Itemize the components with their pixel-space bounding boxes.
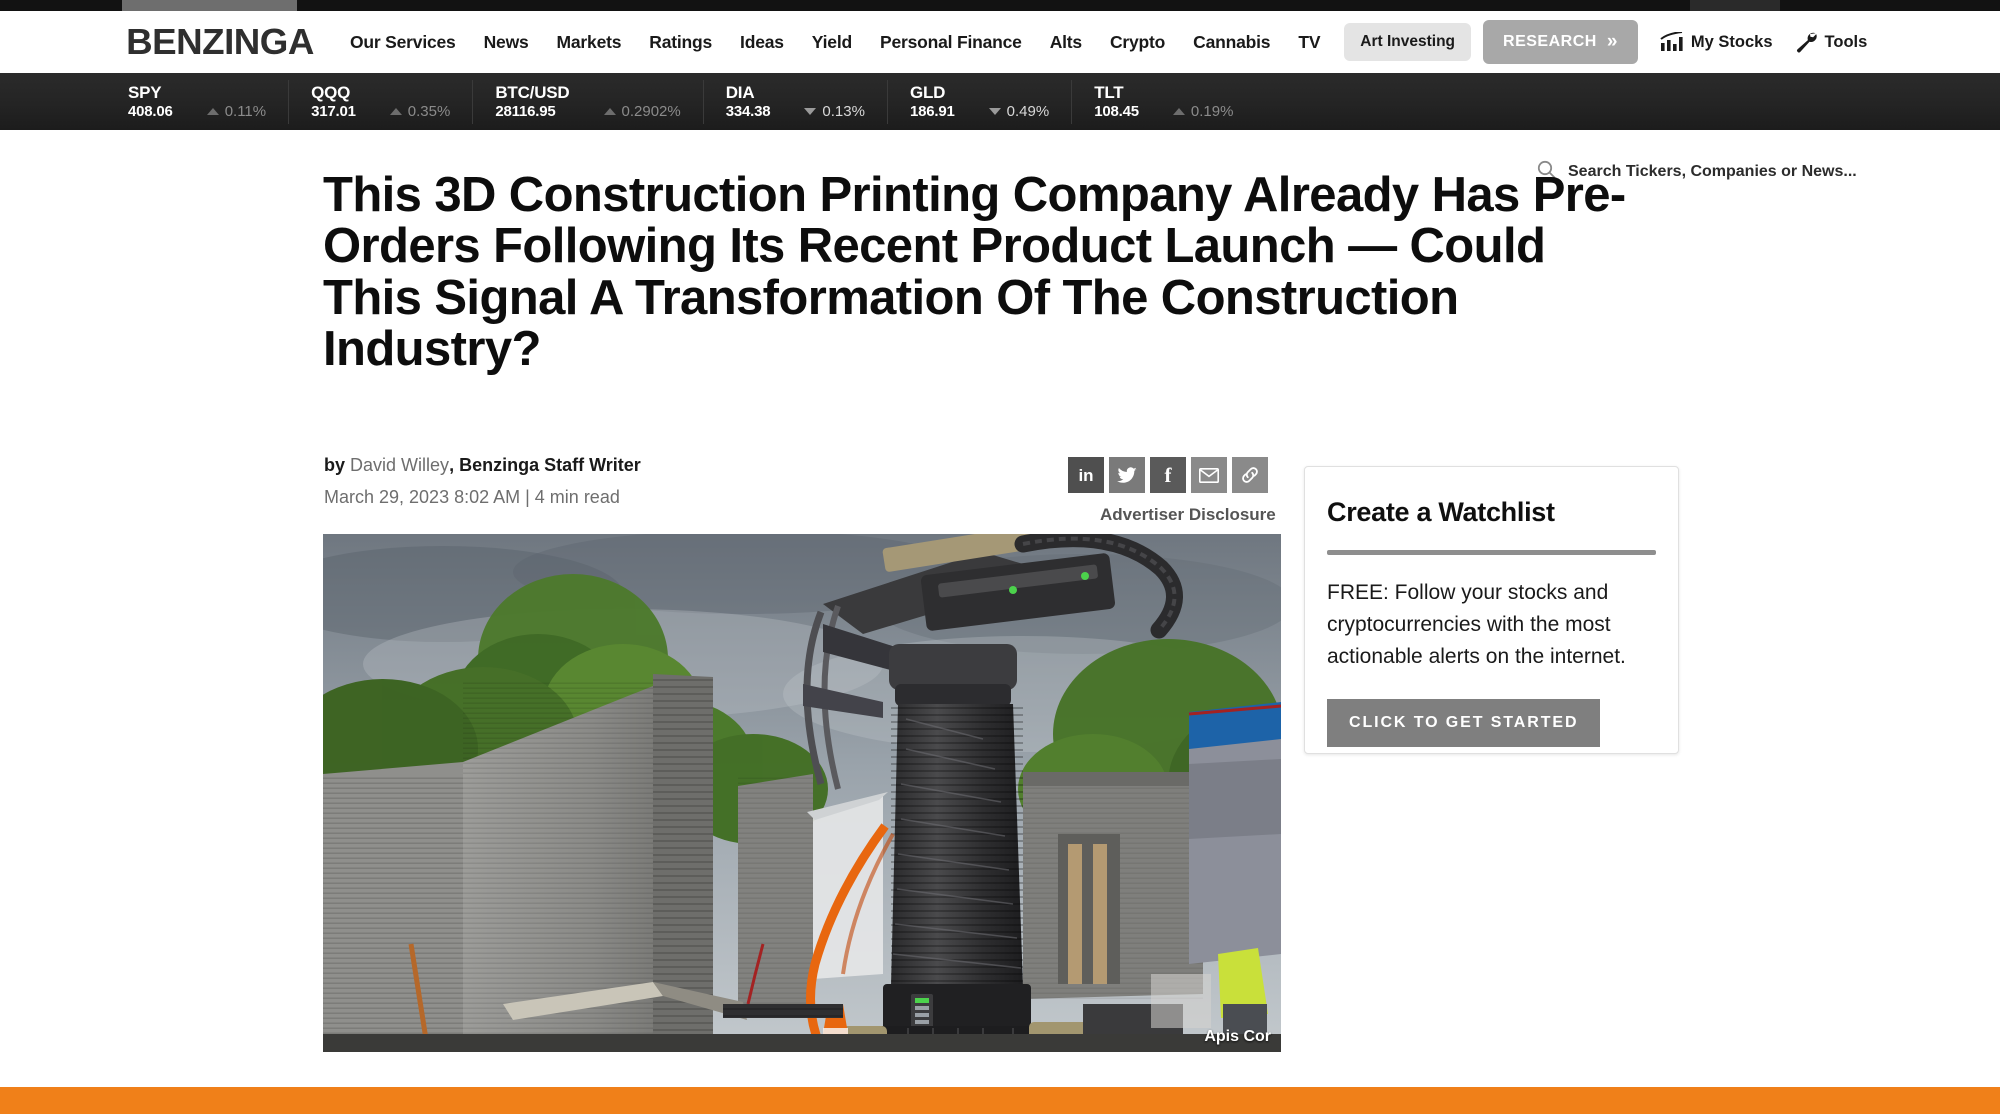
envelope-icon — [1199, 467, 1219, 483]
ticker-row[interactable]: QQQ 317.01 0.35% — [311, 83, 450, 121]
ticker-price: 28116.95 — [495, 102, 556, 120]
ticker-row[interactable]: GLD 186.91 0.49% — [910, 83, 1049, 121]
ticker-change-value: 0.49% — [1006, 103, 1050, 120]
ticker-list: SPY 408.06 0.11% QQQ 317.01 0.35% BTC/US… — [128, 79, 1233, 124]
my-stocks-button[interactable]: My Stocks — [1660, 32, 1773, 52]
article-hero-image: Apis Cor — [323, 534, 1281, 1052]
wrench-icon — [1795, 32, 1818, 53]
chart-icon — [1660, 32, 1684, 52]
nav-item-markets[interactable]: Markets — [543, 32, 636, 53]
author-name[interactable]: David Willey — [350, 455, 449, 475]
nav-item-tv[interactable]: TV — [1284, 32, 1334, 53]
watchlist-title: Create a Watchlist — [1327, 497, 1555, 527]
browser-active-tab[interactable] — [122, 0, 297, 11]
ticker-price: 186.91 — [909, 102, 955, 120]
ticker-symbol: SPY — [128, 82, 162, 102]
ticker-change: 0.49% — [988, 103, 1050, 120]
linkedin-icon: in — [1078, 465, 1094, 485]
ticker-change-value: 0.35% — [407, 103, 451, 120]
author-role: Benzinga Staff Writer — [459, 455, 641, 475]
ticker-change-value: 0.11% — [224, 103, 267, 120]
facebook-share-button[interactable]: f — [1150, 457, 1186, 493]
nav-item-personal-finance[interactable]: Personal Finance — [866, 32, 1036, 53]
ticker-change-value: 0.2902% — [621, 103, 681, 120]
ticker-symbol: GLD — [909, 82, 946, 102]
ticker-price: 334.38 — [725, 102, 771, 120]
byline-separator: , — [449, 455, 460, 475]
arrow-up-icon — [389, 108, 402, 115]
tools-label: Tools — [1824, 32, 1868, 51]
linkedin-share-button[interactable]: in — [1068, 457, 1104, 493]
copy-link-button[interactable] — [1232, 457, 1268, 493]
share-buttons: in f — [1068, 457, 1268, 493]
chevron-double-right-icon: » — [1606, 31, 1618, 52]
nav-item-cannabis[interactable]: Cannabis — [1179, 32, 1284, 53]
ticker-divider — [1071, 79, 1073, 124]
my-stocks-label: My Stocks — [1690, 32, 1773, 51]
arrow-up-icon — [603, 108, 616, 115]
page-title: This 3D Construction Printing Company Al… — [323, 168, 1626, 377]
ticker-change: 0.11% — [206, 103, 267, 120]
ticker-row[interactable]: BTC/USD 28116.95 0.2902% — [495, 83, 680, 121]
ticker-row[interactable]: SPY 408.06 0.11% — [128, 83, 266, 121]
nav-item-news[interactable]: News — [470, 32, 543, 53]
bottom-accent-bar — [0, 1087, 2000, 1114]
twitter-share-button[interactable] — [1109, 457, 1145, 493]
research-label: RESEARCH — [1503, 33, 1597, 50]
nav-item-art-investing[interactable]: Art Investing — [1344, 23, 1472, 61]
ticker-change: 0.2902% — [603, 103, 681, 120]
ticker-symbol: QQQ — [311, 82, 351, 102]
ticker-row[interactable]: DIA 334.38 0.13% — [726, 83, 865, 121]
ticker-change-value: 0.19% — [1190, 103, 1234, 120]
arrow-up-icon — [206, 108, 219, 115]
market-ticker-bar: SPY 408.06 0.11% QQQ 317.01 0.35% BTC/US… — [0, 73, 2000, 193]
browser-chrome-strip — [0, 0, 2000, 11]
page-bottom-spacer — [0, 1055, 2000, 1087]
ticker-symbol: DIA — [725, 82, 755, 102]
nav-item-alts[interactable]: Alts — [1036, 32, 1096, 53]
create-watchlist-card: Create a Watchlist FREE: Follow your sto… — [1304, 466, 1679, 754]
tools-button[interactable]: Tools — [1795, 32, 1868, 53]
image-credit: Apis Cor — [1204, 1028, 1271, 1045]
ticker-row[interactable]: TLT 108.45 0.19% — [1094, 83, 1233, 121]
nav-item-ratings[interactable]: Ratings — [635, 32, 726, 53]
nav-item-our-services[interactable]: Our Services — [336, 32, 470, 53]
arrow-down-icon — [988, 108, 1001, 115]
ticker-symbol: BTC/USD — [495, 82, 570, 102]
research-button[interactable]: RESEARCH » — [1483, 20, 1638, 64]
ticker-change: 0.35% — [389, 103, 451, 120]
ticker-divider — [288, 79, 290, 124]
ticker-divider — [472, 79, 474, 124]
byline-prefix: by — [324, 455, 346, 475]
ticker-change: 0.13% — [804, 103, 865, 120]
benzinga-logo[interactable]: BENZINGA — [126, 21, 314, 63]
ticker-symbol: TLT — [1094, 82, 1124, 102]
ticker-change-value: 0.13% — [822, 103, 865, 120]
facebook-icon: f — [1164, 462, 1172, 487]
arrow-down-icon — [804, 108, 817, 115]
advertiser-disclosure-link[interactable]: Advertiser Disclosure — [1100, 505, 1276, 525]
twitter-icon — [1117, 466, 1137, 484]
ticker-price: 317.01 — [311, 102, 356, 120]
link-icon — [1240, 465, 1260, 485]
nav-links: Our Services News Markets Ratings Ideas … — [336, 20, 1867, 64]
nav-item-ideas[interactable]: Ideas — [726, 32, 798, 53]
watchlist-description: FREE: Follow your stocks and cryptocurre… — [1327, 581, 1626, 668]
ticker-divider — [886, 79, 888, 124]
ticker-change: 0.19% — [1172, 103, 1234, 120]
byline: by David Willey, Benzinga Staff Writer — [324, 455, 641, 476]
arrow-up-icon — [1172, 108, 1185, 115]
main-navigation: BENZINGA Our Services News Markets Ratin… — [0, 11, 2000, 73]
nav-item-yield[interactable]: Yield — [798, 32, 866, 53]
watchlist-divider — [1327, 550, 1656, 555]
email-share-button[interactable] — [1191, 457, 1227, 493]
ticker-divider — [702, 79, 704, 124]
ticker-price: 108.45 — [1094, 102, 1139, 120]
watchlist-cta-button[interactable]: CLICK TO GET STARTED — [1327, 698, 1601, 747]
browser-chrome-right — [1690, 0, 1780, 11]
dateline: March 29, 2023 8:02 AM | 4 min read — [324, 487, 620, 507]
nav-item-crypto[interactable]: Crypto — [1096, 32, 1179, 53]
ticker-price: 408.06 — [128, 102, 173, 120]
